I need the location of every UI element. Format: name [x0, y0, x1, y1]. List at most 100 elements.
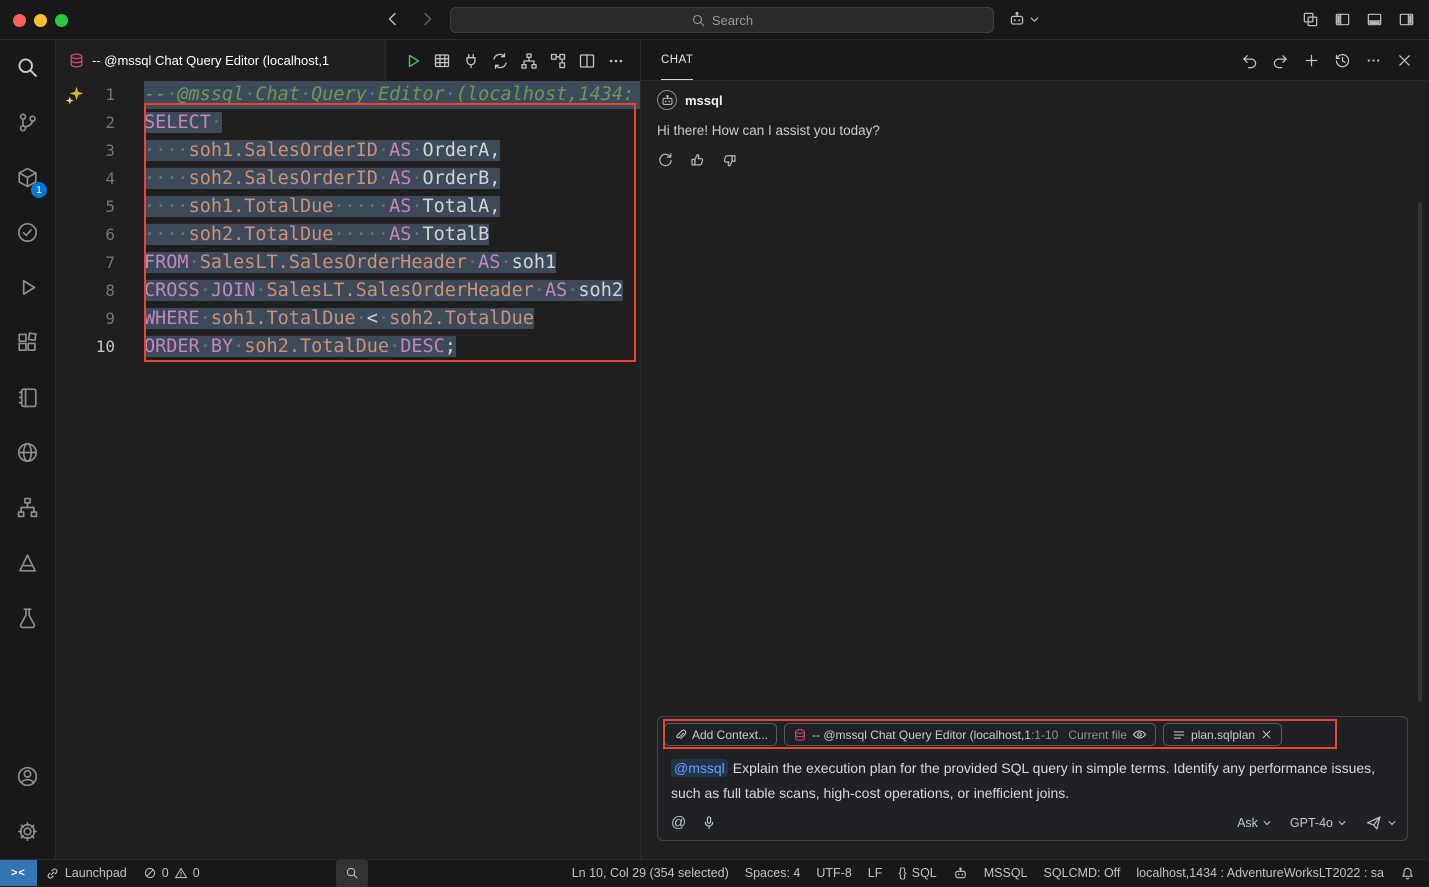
- model-picker-dropdown[interactable]: GPT-4o: [1290, 816, 1347, 830]
- settings-button[interactable]: [0, 804, 55, 859]
- problems-button[interactable]: 0 0: [135, 860, 208, 886]
- code-token: AS: [478, 252, 500, 273]
- chat-close-button[interactable]: [1396, 52, 1413, 69]
- remote-indicator-button[interactable]: ><: [0, 860, 37, 886]
- notebook-button[interactable]: [0, 370, 55, 425]
- copilot-menu-button[interactable]: [1008, 10, 1040, 28]
- chat-history-button[interactable]: [1334, 52, 1351, 69]
- editor-more-actions-button[interactable]: [607, 52, 625, 70]
- mention-button[interactable]: @: [671, 815, 686, 830]
- chat-attachments-row: Add Context... -- @mssql Chat Query Edit…: [664, 723, 1401, 746]
- toggle-panel-button[interactable]: [1366, 11, 1383, 28]
- copilot-sparkle-icon[interactable]: [64, 85, 85, 106]
- regenerate-button[interactable]: [657, 152, 674, 169]
- chat-scrollbar[interactable]: [1418, 202, 1422, 702]
- flask-button[interactable]: [0, 590, 55, 645]
- cursor-position-button[interactable]: Ln 10, Col 29 (354 selected): [564, 860, 737, 886]
- code-line[interactable]: 8CROSS·JOIN·SalesLT.SalesOrderHeader·AS·…: [56, 277, 640, 305]
- schema-button[interactable]: [520, 52, 538, 70]
- package-explorer-button[interactable]: 1: [0, 150, 55, 205]
- zoom-window-button[interactable]: [55, 14, 68, 27]
- encoding-button[interactable]: UTF-8: [808, 860, 859, 886]
- chat-redo-button[interactable]: [1272, 52, 1289, 69]
- chat-input[interactable]: @mssqlExplain the execution plan for the…: [664, 746, 1401, 811]
- code-line[interactable]: 5····soh1.TotalDue·····AS·TotalA,: [56, 193, 640, 221]
- account-button[interactable]: [0, 749, 55, 804]
- chat-more-button[interactable]: [1365, 52, 1382, 69]
- chat-panel: CHAT mssql Hi there! How can I assi: [641, 40, 1429, 859]
- eye-icon[interactable]: [1132, 727, 1147, 742]
- code-token: ·: [356, 308, 367, 329]
- copilot-status-button[interactable]: [945, 860, 976, 886]
- code-line[interactable]: 9WHERE·soh1.TotalDue·<·soh2.TotalDue: [56, 305, 640, 333]
- split-editor-button[interactable]: [578, 52, 596, 70]
- mode-picker-dropdown[interactable]: Ask: [1237, 816, 1272, 830]
- code-line[interactable]: 3····soh1.SalesOrderID·AS·OrderA,: [56, 137, 640, 165]
- query-plan-button[interactable]: [549, 52, 567, 70]
- language-mode-button[interactable]: {}SQL: [890, 860, 944, 886]
- selection-highlight: ····soh1.TotalDue·····AS·TotalA,: [144, 196, 500, 217]
- disconnect-plug-button[interactable]: [462, 52, 480, 70]
- code-token: soh1.TotalDue: [211, 308, 356, 329]
- mention-chip[interactable]: @mssql: [671, 759, 728, 777]
- code-token: OrderB,: [422, 168, 500, 189]
- mic-button[interactable]: [701, 815, 717, 831]
- activity-search-button[interactable]: [0, 40, 55, 95]
- code-token: ·: [211, 112, 222, 133]
- customize-layout-button[interactable]: [1302, 11, 1319, 28]
- forward-button[interactable]: [418, 10, 436, 28]
- chat-undo-button[interactable]: [1241, 52, 1258, 69]
- chat-body: mssql Hi there! How can I assist you tod…: [641, 81, 1429, 859]
- chat-input-text: Explain the execution plan for the provi…: [671, 760, 1375, 801]
- indentation-button[interactable]: Spaces: 4: [737, 860, 809, 886]
- chat-panel-tab[interactable]: CHAT: [661, 40, 693, 80]
- hierarchy-icon: [16, 496, 39, 519]
- status-search-button[interactable]: [336, 860, 368, 887]
- activity-badge: 1: [31, 182, 47, 198]
- command-center-search[interactable]: Search: [450, 7, 994, 33]
- run-query-button[interactable]: [404, 52, 422, 70]
- code-line-text: ····soh2.TotalDue·····AS·TotalB: [115, 221, 640, 249]
- thumbs-down-button[interactable]: [721, 152, 738, 169]
- code-token: AS: [389, 140, 411, 161]
- code-line[interactable]: 6····soh2.TotalDue·····AS·TotalB: [56, 221, 640, 249]
- toggle-primary-sidebar-button[interactable]: [1334, 11, 1351, 28]
- selection-highlight: --·@mssql·Chat·Query·Editor·(localhost,1…: [144, 81, 640, 109]
- send-button[interactable]: [1365, 814, 1397, 831]
- run-debug-button[interactable]: [0, 260, 55, 315]
- minimize-window-button[interactable]: [34, 14, 47, 27]
- line-number: 3: [56, 137, 115, 165]
- code-line-text: ····soh1.TotalDue·····AS·TotalA,: [115, 193, 640, 221]
- code-line[interactable]: 7FROM·SalesLT.SalesOrderHeader·AS·soh1: [56, 249, 640, 277]
- change-connection-button[interactable]: [491, 52, 509, 70]
- remove-attachment-icon[interactable]: [1260, 728, 1273, 741]
- thumbs-up-button[interactable]: [689, 152, 706, 169]
- web-globe-button[interactable]: [0, 425, 55, 480]
- new-chat-button[interactable]: [1303, 52, 1320, 69]
- plan-file-chip[interactable]: plan.sqlplan: [1163, 723, 1282, 746]
- toggle-secondary-sidebar-button[interactable]: [1398, 11, 1415, 28]
- task-check-button[interactable]: [0, 205, 55, 260]
- back-button[interactable]: [384, 10, 402, 28]
- connection-status-button[interactable]: localhost,1434 : AdventureWorksLT2022 : …: [1128, 860, 1392, 886]
- code-editor[interactable]: 1--·@mssql·Chat·Query·Editor·(localhost,…: [56, 81, 640, 859]
- results-grid-button[interactable]: [433, 52, 451, 70]
- mssql-status-button[interactable]: MSSQL: [976, 860, 1036, 886]
- eol-button[interactable]: LF: [860, 860, 891, 886]
- editor-tab[interactable]: -- @mssql Chat Query Editor (localhost,1: [56, 40, 386, 81]
- code-line[interactable]: 10ORDER·BY·soh2.TotalDue·DESC;: [56, 333, 640, 361]
- notifications-button[interactable]: [1392, 860, 1423, 886]
- object-explorer-button[interactable]: [0, 480, 55, 535]
- launchpad-button[interactable]: Launchpad: [37, 860, 135, 886]
- code-line[interactable]: 4····soh2.SalesOrderID·AS·OrderB,: [56, 165, 640, 193]
- source-control-button[interactable]: [0, 95, 55, 150]
- add-context-button[interactable]: Add Context...: [664, 723, 777, 746]
- code-line[interactable]: 2SELECT·: [56, 109, 640, 137]
- search-icon: [691, 13, 706, 28]
- sqlcmd-status-button[interactable]: SQLCMD: Off: [1036, 860, 1129, 886]
- close-window-button[interactable]: [13, 14, 26, 27]
- azure-button[interactable]: [0, 535, 55, 590]
- attached-file-chip[interactable]: -- @mssql Chat Query Editor (localhost,1…: [784, 723, 1156, 746]
- extensions-button[interactable]: [0, 315, 55, 370]
- code-line[interactable]: 1--·@mssql·Chat·Query·Editor·(localhost,…: [56, 81, 640, 109]
